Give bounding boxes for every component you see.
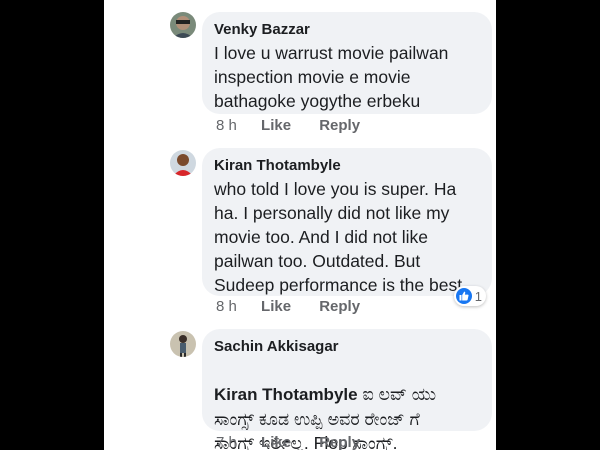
- avatar[interactable]: [170, 331, 196, 357]
- comment-text: who told I love you is super. Ha ha. I p…: [214, 179, 467, 295]
- comment-author[interactable]: Sachin Akkisagar: [214, 337, 480, 357]
- avatar-image-icon: [170, 12, 196, 38]
- reply-button[interactable]: Reply: [319, 297, 360, 317]
- comments-panel: Venky Bazzar I love u warrust movie pail…: [104, 0, 496, 450]
- comment-actions: 7 h Like Reply: [216, 433, 360, 450]
- comment-time[interactable]: 7 h: [216, 433, 237, 450]
- comment-author[interactable]: Kiran Thotambyle: [214, 156, 480, 176]
- avatar-image-icon: [170, 150, 196, 176]
- avatar[interactable]: [170, 150, 196, 176]
- reaction-count: 1: [474, 288, 482, 304]
- comment-author[interactable]: Venky Bazzar: [214, 20, 480, 40]
- comment-bubble: Sachin Akkisagar Kiran Thotambyle ಐ ಲವ್ …: [202, 329, 492, 450]
- like-button[interactable]: Like: [261, 116, 291, 136]
- reply-button[interactable]: Reply: [319, 433, 360, 450]
- comment-bubble: Venky Bazzar I love u warrust movie pail…: [202, 12, 492, 114]
- comment-text-line: Kiran Thotambyle ಐ ಲವ್ ಯು: [214, 358, 480, 407]
- like-button[interactable]: Like: [261, 433, 291, 450]
- comment-actions: 8 h Like Reply: [216, 116, 360, 136]
- mention-link[interactable]: Kiran Thotambyle: [214, 385, 358, 404]
- like-button[interactable]: Like: [261, 297, 291, 317]
- avatar-image-icon: [170, 331, 196, 357]
- comment-time[interactable]: 8 h: [216, 297, 237, 317]
- comment-actions: 8 h Like Reply: [216, 297, 360, 317]
- avatar[interactable]: [170, 12, 196, 38]
- comment-text-start: ಐ ಲವ್ ಯು: [357, 384, 437, 404]
- thumbs-up-icon: [455, 288, 472, 304]
- reply-button[interactable]: Reply: [319, 116, 360, 136]
- comment-text: I love u warrust movie pailwan inspectio…: [214, 43, 449, 111]
- reaction-badge[interactable]: 1: [453, 286, 486, 306]
- comment-time[interactable]: 8 h: [216, 116, 237, 136]
- comment-bubble: Kiran Thotambyle who told I love you is …: [202, 148, 492, 306]
